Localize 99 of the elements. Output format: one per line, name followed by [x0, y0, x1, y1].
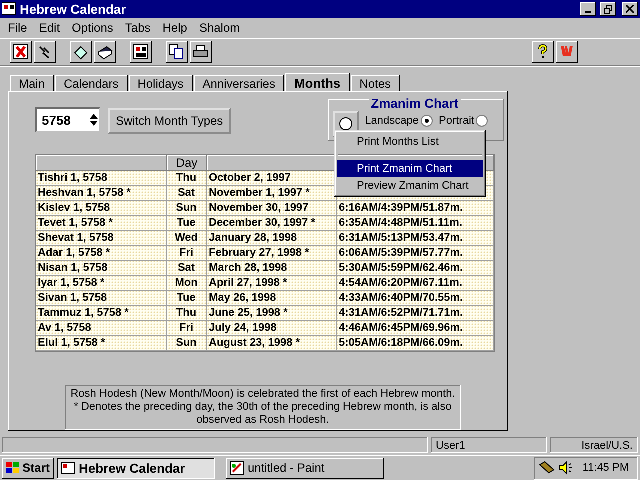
calendar-icon [61, 461, 75, 475]
menu-item[interactable]: File [2, 21, 34, 35]
table-cell: April 27, 1998 * [207, 276, 337, 291]
table-cell: May 26, 1998 [207, 291, 337, 306]
radio-option[interactable]: Portrait [439, 115, 488, 127]
menu-item[interactable]: Help [156, 21, 194, 35]
book-icon [97, 44, 113, 60]
table-cell: 6:06AM/5:39PM/57.77m. [337, 246, 494, 261]
paint-icon [230, 461, 244, 475]
taskbar-button[interactable]: Hebrew Calendar [57, 458, 215, 478]
radio-option[interactable]: Landscape [365, 115, 433, 127]
table-cell: Thu [167, 171, 207, 186]
pushpin-button[interactable] [34, 41, 56, 63]
menu-item[interactable]: Print Zmanim Chart [337, 160, 483, 177]
taskbar-button[interactable]: untitled - Paint [226, 458, 384, 478]
window-title: Hebrew Calendar [20, 2, 128, 16]
table-cell: 6:31AM/5:13PM/53.47m. [337, 231, 494, 246]
column-header: Day [167, 155, 207, 171]
exit-icon [13, 44, 29, 60]
minimize-button[interactable] [580, 2, 596, 16]
table-cell: Fri [167, 246, 207, 261]
table-cell: Kislev 1, 5758 [36, 201, 167, 216]
printer-icon [193, 44, 209, 60]
table-cell: Sivan 1, 5758 [36, 291, 167, 306]
year-spinner[interactable]: 5758 [35, 107, 101, 133]
eraser-button[interactable] [70, 41, 92, 63]
tab[interactable]: Holidays [128, 75, 193, 91]
table-cell: 4:54AM/6:20PM/67.11m. [337, 276, 494, 291]
table-cell: November 30, 1997 [207, 201, 337, 216]
table-cell: 5:30AM/5:59PM/62.46m. [337, 261, 494, 276]
table-cell: Sun [167, 336, 207, 351]
calendar-button[interactable] [130, 41, 152, 63]
table-cell: Shevat 1, 5758 [36, 231, 167, 246]
printer-button[interactable] [190, 41, 212, 63]
table-cell: 4:31AM/6:52PM/71.71m. [337, 306, 494, 321]
letter-button[interactable] [556, 41, 578, 63]
menu-item[interactable]: Tabs [119, 21, 157, 35]
book-button[interactable] [94, 41, 116, 63]
switch-month-types-button[interactable]: Switch Month Types [108, 108, 232, 134]
table-cell: 4:33AM/6:40PM/70.55m. [337, 291, 494, 306]
table-cell: Iyar 1, 5758 * [36, 276, 167, 291]
table-cell: 5:05AM/6:18PM/66.09m. [337, 336, 494, 351]
table-cell: Adar 1, 5758 * [36, 246, 167, 261]
menu-item[interactable]: Print Months List [337, 133, 483, 150]
menu-item[interactable]: Options [66, 21, 120, 35]
status-panel: Israel/U.S. [550, 437, 638, 453]
table-cell: Sun [167, 201, 207, 216]
table-cell: Mon [167, 276, 207, 291]
table-cell: Tue [167, 291, 207, 306]
copy-button[interactable] [166, 41, 188, 63]
table-cell: Heshvan 1, 5758 * [36, 186, 167, 201]
table-cell: Fri [167, 321, 207, 336]
table-cell: Av 1, 5758 [36, 321, 167, 336]
help-button[interactable] [532, 41, 554, 63]
note-text: Rosh Hodesh (New Month/Moon) is celebrated the first of each Hebrew month. [70, 388, 456, 401]
speaker-icon [558, 461, 573, 475]
table-cell: June 25, 1998 * [207, 306, 337, 321]
start-button[interactable]: Start [2, 458, 54, 478]
close-button[interactable] [622, 2, 638, 16]
table-cell: Sat [167, 261, 207, 276]
calendar-icon [2, 2, 16, 16]
table-cell: Thu [167, 306, 207, 321]
close-icon [626, 5, 634, 13]
menu-item[interactable]: Shalom [193, 21, 246, 35]
menu-item[interactable]: Preview Zmanim Chart [337, 177, 483, 194]
table-cell: Nisan 1, 5758 [36, 261, 167, 276]
note-text: * Denotes the preceding day, the 30th of the preceding Hebrew month, is also observed as Rosh Hodesh. [73, 401, 453, 427]
tab[interactable]: Notes [350, 75, 400, 91]
exit-button[interactable] [10, 41, 32, 63]
table-cell: December 30, 1997 * [207, 216, 337, 231]
tab[interactable]: Calendars [55, 75, 128, 91]
table-cell: Tue [167, 216, 207, 231]
table-cell: 6:16AM/4:39PM/51.87m. [337, 201, 494, 216]
table-cell: February 27, 1998 * [207, 246, 337, 261]
table-cell: Tevet 1, 5758 * [36, 216, 167, 231]
table-cell: August 23, 1998 * [207, 336, 337, 351]
table-cell: Elul 1, 5758 * [36, 336, 167, 351]
tab[interactable]: Anniversaries [194, 75, 284, 91]
table-cell: Sat [167, 186, 207, 201]
calendar-icon [133, 44, 149, 60]
device-icon [538, 461, 555, 475]
table-cell: January 28, 1998 [207, 231, 337, 246]
menu-item[interactable]: Edit [33, 21, 66, 35]
copy-icon [169, 44, 185, 60]
windows-logo-icon [6, 462, 19, 474]
table-cell: Tammuz 1, 5758 * [36, 306, 167, 321]
tab[interactable]: Main [10, 75, 54, 91]
table-cell: 4:46AM/6:45PM/69.96m. [337, 321, 494, 336]
group-title: Zmanim Chart [369, 97, 461, 110]
table-cell: March 28, 1998 [207, 261, 337, 276]
clock: 11:45 PM [582, 462, 629, 474]
restore-button[interactable] [600, 2, 616, 16]
tab[interactable]: Months [285, 73, 350, 92]
status-panel: User1 [431, 437, 547, 453]
table-cell: 6:35AM/4:48PM/51.11m. [337, 216, 494, 231]
restore-icon [604, 4, 612, 14]
table-cell: July 24, 1998 [207, 321, 337, 336]
table-cell: Wed [167, 231, 207, 246]
table-cell: Tishri 1, 5758 [36, 171, 167, 186]
